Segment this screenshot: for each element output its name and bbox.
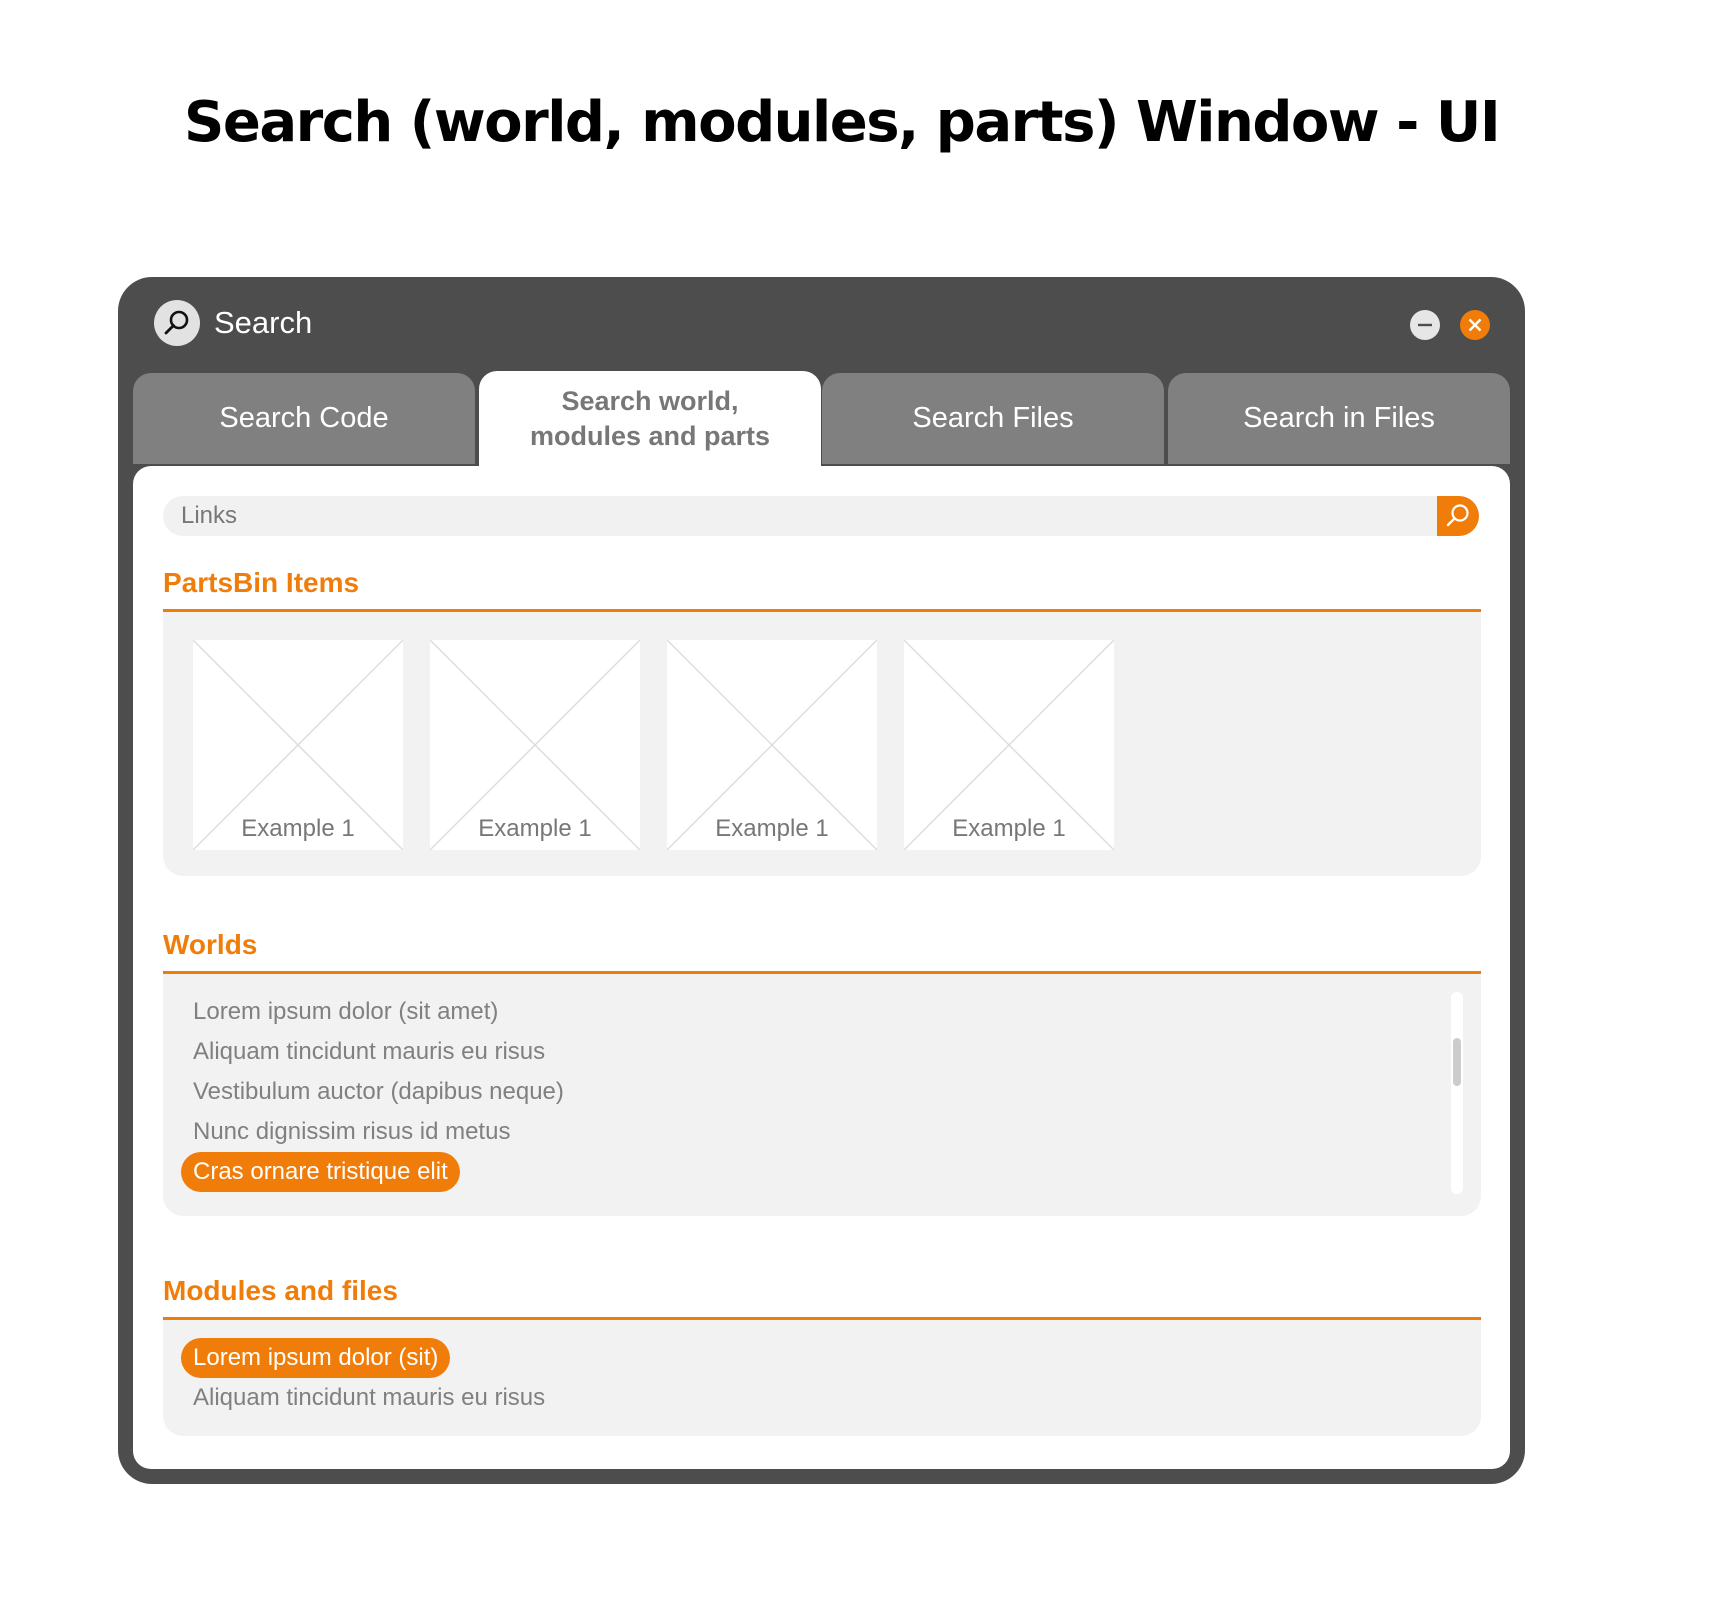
partsbin-grid: Example 1 Example 1 Example 1 Example 1	[193, 640, 1141, 850]
part-label: Example 1	[952, 815, 1066, 842]
search-bar	[163, 496, 1479, 536]
modules-panel: Lorem ipsum dolor (sit) Aliquam tincidun…	[163, 1320, 1481, 1436]
part-item[interactable]: Example 1	[904, 640, 1114, 850]
part-label: Example 1	[241, 815, 355, 842]
search-window: Search Search Code Search Files Search i…	[118, 277, 1525, 1484]
part-item[interactable]: Example 1	[193, 640, 403, 850]
tab-search-code[interactable]: Search Code	[133, 373, 475, 464]
worlds-scrollbar-thumb[interactable]	[1453, 1038, 1461, 1086]
search-button[interactable]	[1437, 496, 1479, 536]
worlds-list: Lorem ipsum dolor (sit amet) Aliquam tin…	[181, 992, 576, 1192]
module-item[interactable]: Aliquam tincidunt mauris eu risus	[181, 1378, 557, 1418]
tab-search-in-files[interactable]: Search in Files	[1168, 373, 1510, 464]
search-input[interactable]	[163, 496, 1433, 536]
worlds-scrollbar[interactable]	[1451, 992, 1463, 1194]
window-title: Search	[214, 305, 313, 340]
part-label: Example 1	[478, 815, 592, 842]
world-item[interactable]: Aliquam tincidunt mauris eu risus	[181, 1032, 557, 1072]
search-icon	[154, 300, 200, 346]
world-item[interactable]: Vestibulum auctor (dapibus neque)	[181, 1072, 576, 1112]
minimize-icon	[1418, 323, 1432, 327]
modules-title: Modules and files	[163, 1275, 398, 1306]
tab-content: PartsBin Items Example 1 Example 1	[133, 466, 1510, 1469]
worlds-title: Worlds	[163, 929, 258, 960]
close-icon	[1468, 318, 1482, 332]
partsbin-panel: Example 1 Example 1 Example 1 Example 1	[163, 612, 1481, 876]
world-item-selected[interactable]: Cras ornare tristique elit	[181, 1152, 460, 1192]
tab-search-files[interactable]: Search Files	[822, 373, 1164, 464]
page-heading: Search (world, modules, parts) Window - …	[184, 90, 1501, 155]
world-item[interactable]: Lorem ipsum dolor (sit amet)	[181, 992, 510, 1032]
part-item[interactable]: Example 1	[667, 640, 877, 850]
minimize-button[interactable]	[1410, 310, 1440, 340]
tab-search-world-modules-parts[interactable]: Search world, modules and parts	[479, 371, 821, 467]
part-label: Example 1	[715, 815, 829, 842]
search-icon	[1446, 504, 1469, 527]
module-item-selected[interactable]: Lorem ipsum dolor (sit)	[181, 1338, 451, 1378]
worlds-panel: Lorem ipsum dolor (sit amet) Aliquam tin…	[163, 974, 1481, 1216]
partsbin-title: PartsBin Items	[163, 567, 360, 598]
part-item[interactable]: Example 1	[430, 640, 640, 850]
world-item[interactable]: Nunc dignissim risus id metus	[181, 1112, 522, 1152]
close-button[interactable]	[1460, 310, 1490, 340]
modules-list: Lorem ipsum dolor (sit) Aliquam tincidun…	[181, 1338, 557, 1418]
